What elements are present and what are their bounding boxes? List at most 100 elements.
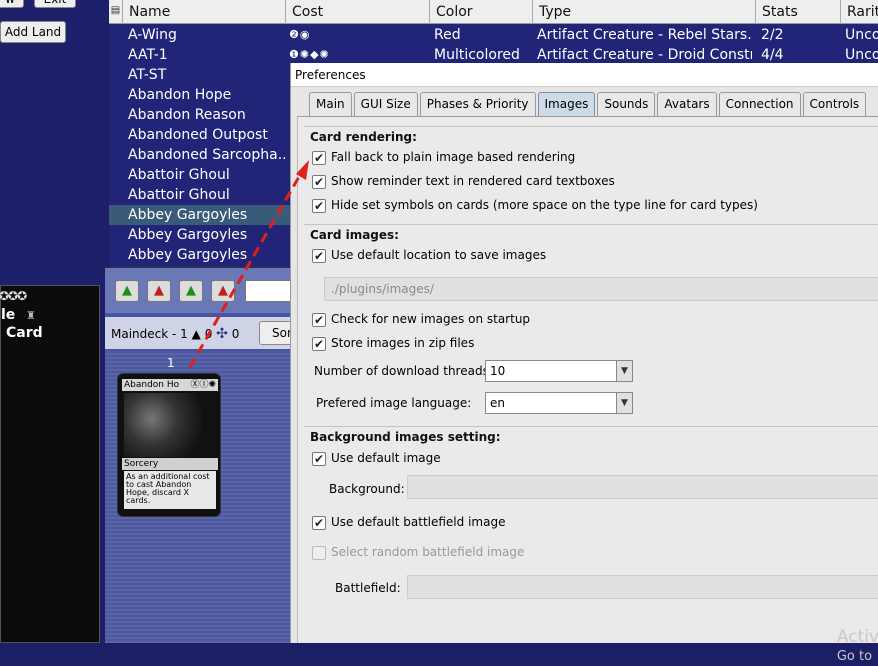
battlefield-label: Battlefield:: [335, 581, 401, 595]
tab-sounds[interactable]: Sounds: [597, 92, 656, 116]
row-name: A-Wing: [128, 27, 177, 43]
card-images-section: Card images: ✔ Use default location to sa…: [304, 224, 878, 427]
checkbox-icon: ✔: [312, 248, 326, 263]
row-name: AAT-1: [128, 47, 168, 63]
background-field[interactable]: [407, 475, 878, 499]
fallback-rendering-checkbox[interactable]: ✔ Fall back to plain image based renderin…: [312, 150, 575, 165]
paw-count: 0: [231, 327, 240, 341]
row-cost: ❷◉: [289, 28, 311, 41]
threads-select[interactable]: 10 ▼: [485, 360, 633, 382]
tab-connection[interactable]: Connection: [718, 92, 801, 116]
background-images-header: Background images setting:: [310, 430, 501, 444]
row-type: Artifact Creature - Rebel Stars...: [537, 27, 752, 43]
checkbox-icon: [312, 545, 326, 560]
row-rarity: Unco: [845, 27, 878, 43]
language-label: Prefered image language:: [316, 396, 472, 410]
images-path-field[interactable]: ./plugins/images/: [324, 277, 878, 301]
deck-grid: 1 Abandon Ho ⓍⒾ✺ Sorcery As an additiona…: [105, 351, 305, 643]
tab-controls[interactable]: Controls: [802, 92, 867, 116]
card-rendering-header: Card rendering:: [310, 130, 417, 144]
check-new-images-checkbox[interactable]: ✔ Check for new images on startup: [312, 312, 530, 327]
checkbox-icon: ✔: [312, 336, 326, 351]
default-image-checkbox[interactable]: ✔ Use default image: [312, 451, 441, 466]
mana-symbols: ✪✪✪: [0, 289, 27, 303]
left-panel: w Exit Add Land: [0, 0, 108, 290]
tab-gui-size[interactable]: GUI Size: [353, 92, 418, 116]
column-color[interactable]: Color: [430, 0, 533, 24]
checkbox-icon: ✔: [312, 312, 326, 327]
row-name: Abbey Gargoyles: [128, 207, 248, 223]
table-header: ▤ Name Cost Color Type Stats Rarity: [109, 0, 878, 24]
card-preview-panel: ✪✪✪ le ♜ Card: [0, 285, 100, 643]
column-cost[interactable]: Cost: [286, 0, 430, 24]
random-battlefield-checkbox[interactable]: Select random battlefield image: [312, 545, 524, 560]
watermark-line1: Activ: [836, 627, 878, 647]
add-land-button[interactable]: Add Land: [0, 21, 66, 43]
add-sideboard-icon[interactable]: ▲: [179, 280, 203, 302]
hide-set-symbols-checkbox[interactable]: ✔ Hide set symbols on cards (more space o…: [312, 198, 758, 213]
default-image-label: Use default image: [331, 451, 441, 465]
column-stats[interactable]: Stats: [756, 0, 841, 24]
default-battlefield-checkbox[interactable]: ✔ Use default battlefield image: [312, 515, 505, 530]
maindeck-count: Maindeck - 1: [111, 327, 188, 341]
default-location-checkbox[interactable]: ✔ Use default location to save images: [312, 248, 546, 263]
table-row[interactable]: A-Wing ❷◉ Red Artifact Creature - Rebel Sta…: [109, 25, 878, 45]
reminder-text-label: Show reminder text in rendered card text…: [331, 174, 615, 188]
row-stats: 2/2: [761, 27, 784, 43]
row-name: Abattoir Ghoul: [128, 187, 230, 203]
tab-avatars[interactable]: Avatars: [657, 92, 717, 116]
deck-card[interactable]: Abandon Ho ⓍⒾ✺ Sorcery As an additional …: [117, 373, 221, 517]
tab-main[interactable]: Main: [309, 92, 352, 116]
check-new-images-label: Check for new images on startup: [331, 312, 531, 326]
battlefield-field[interactable]: [407, 575, 878, 599]
tab-bar: Main GUI Size Phases & Priority Images S…: [309, 92, 868, 116]
background-images-section: Background images setting: ✔ Use default …: [304, 426, 878, 644]
card-rules-text: As an additional cost to cast Abandon Ho…: [124, 471, 216, 509]
card-images-header: Card images:: [310, 228, 399, 242]
column-rarity[interactable]: Rarity: [841, 0, 878, 24]
column-type[interactable]: Type: [533, 0, 756, 24]
default-battlefield-label: Use default battlefield image: [331, 515, 506, 529]
row-name: Abandoned Sarcopha...: [128, 147, 288, 163]
row-name: Abbey Gargoyles: [128, 227, 248, 243]
add-card-icon[interactable]: ▲: [115, 280, 139, 302]
table-row[interactable]: AAT-1 ❶✺◆✺ Multicolored Artifact Creature -…: [109, 45, 878, 65]
remove-sideboard-icon[interactable]: ▲: [211, 280, 235, 302]
card-title: Abandon Ho ⓍⒾ✺: [122, 379, 218, 391]
row-rarity: Unco: [845, 47, 878, 63]
view-button[interactable]: w: [0, 0, 24, 8]
column-number: 1: [167, 356, 175, 370]
column-chooser-icon[interactable]: ▤: [109, 0, 123, 24]
checkbox-icon: ✔: [312, 150, 326, 165]
paw-icon: ✣: [216, 326, 228, 342]
watermark-line2: Go to: [836, 649, 873, 664]
preferences-dialog: Preferences Main GUI Size Phases & Prior…: [290, 63, 878, 664]
set-symbol-icon: ♜: [26, 309, 36, 322]
dialog-title: Preferences: [291, 63, 878, 87]
threads-value: 10: [490, 364, 506, 378]
tab-phases-priority[interactable]: Phases & Priority: [419, 92, 536, 116]
language-select[interactable]: en ▼: [485, 392, 633, 414]
card-preview-line1: le: [1, 307, 16, 323]
fallback-rendering-label: Fall back to plain image based rendering: [331, 150, 576, 164]
store-zip-label: Store images in zip files: [331, 336, 475, 350]
checkbox-icon: ✔: [312, 198, 326, 213]
row-name: Abandon Hope: [128, 87, 232, 103]
creature-icon: ▲: [191, 327, 201, 341]
column-name[interactable]: Name: [123, 0, 286, 24]
deck-info-bar: Maindeck - 1 ▲ 0 ✣ 0 Sor: [105, 317, 305, 349]
checkbox-icon: ✔: [312, 515, 326, 530]
row-name: Abandoned Outpost: [128, 127, 268, 143]
exit-button[interactable]: Exit: [34, 0, 76, 8]
remove-card-icon[interactable]: ▲: [147, 280, 171, 302]
card-art: [124, 393, 216, 457]
reminder-text-checkbox[interactable]: ✔ Show reminder text in rendered card tex…: [312, 174, 615, 189]
row-color: Multicolored: [434, 47, 520, 63]
tab-images[interactable]: Images: [537, 92, 596, 116]
dropdown-arrow-icon: ▼: [616, 393, 632, 413]
row-type: Artifact Creature - Droid Constr...: [537, 47, 752, 63]
threads-label: Number of download threads:: [314, 364, 493, 378]
row-name: AT-ST: [128, 67, 167, 83]
dropdown-arrow-icon: ▼: [616, 361, 632, 381]
store-zip-checkbox[interactable]: ✔ Store images in zip files: [312, 336, 474, 351]
